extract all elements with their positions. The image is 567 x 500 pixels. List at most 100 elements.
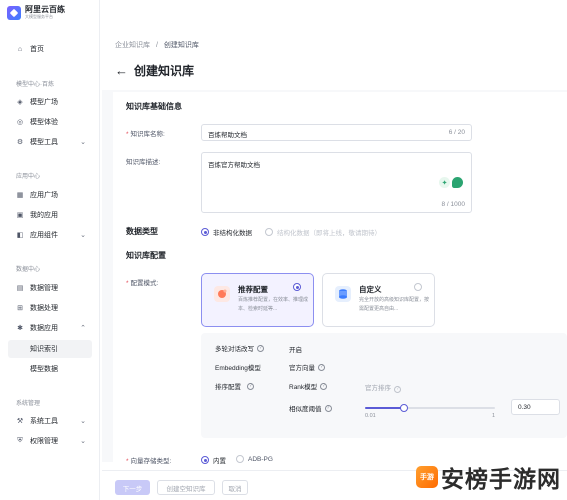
shield-icon: ⛨ xyxy=(17,437,23,444)
sidebar-item-label: 模型广场 xyxy=(30,99,58,106)
breadcrumb-separator: / xyxy=(155,42,158,49)
chevron-down-icon: ⌄ xyxy=(80,232,86,239)
threshold-slider[interactable] xyxy=(365,404,495,412)
slider-fill xyxy=(365,407,404,409)
watermark-text: 安榜手游网 xyxy=(441,467,561,493)
mode-desc: 百炼推荐配置，在效率、推理成本、检索时延等... xyxy=(238,297,308,312)
mode-card-custom[interactable]: 自定义 完全开放的高级知识库配置，按需配置更高自由... xyxy=(322,273,435,327)
sidebar-item-my-apps[interactable]: ▣ 我的应用 xyxy=(0,206,100,224)
sidebar-item-system-tools[interactable]: ⚒ 系统工具 ⌄ xyxy=(0,412,100,430)
help-icon[interactable]: ? xyxy=(394,385,401,393)
required-mark: * xyxy=(126,458,129,465)
sidebar-item-model-data[interactable]: 模型数据 xyxy=(0,360,100,378)
mode-title: 推荐配置 xyxy=(238,285,268,294)
brand-logo[interactable]: 阿里云百练 大模型服务平台 xyxy=(7,5,65,20)
sidebar-item-label: 模型体验 xyxy=(30,119,58,126)
embedding-value: 官方向量? xyxy=(289,362,325,372)
radio-adb-pg[interactable]: ADB-PG xyxy=(236,455,273,463)
toolbox-icon: ⚒ xyxy=(16,418,24,425)
radio-builtin[interactable]: 内置 xyxy=(201,455,226,465)
radio-label: 结构化数据（即将上线，敬请期待） xyxy=(277,230,381,237)
radio-dot xyxy=(236,455,244,463)
chevron-up-icon: ⌃ xyxy=(80,325,86,332)
breadcrumb-parent[interactable]: 企业知识库 xyxy=(115,42,150,49)
database-stack-icon xyxy=(335,286,351,302)
cancel-button[interactable]: 取消 xyxy=(222,480,248,495)
sidebar-item-label: 首页 xyxy=(30,46,44,53)
sidebar-item-home[interactable]: ⌂ 首页 xyxy=(0,40,100,58)
sidebar-item-permissions[interactable]: ⛨ 权限管理 ⌄ xyxy=(0,432,100,450)
sidebar-item-label: 数据应用 xyxy=(30,325,58,332)
storage-label: * 向量存储类型: xyxy=(126,458,172,465)
sidebar-group-data: 数据中心 xyxy=(16,267,41,273)
kb-desc-count: 8 / 1000 xyxy=(441,201,466,208)
help-icon[interactable]: ? xyxy=(257,344,264,352)
required-mark: * xyxy=(126,131,129,138)
sidebar-group-model: 模型中心·百炼 xyxy=(16,82,54,88)
next-button[interactable]: 下一步 xyxy=(115,480,150,495)
threshold-label: 相似度阈值? xyxy=(289,403,332,413)
database-icon: ▤ xyxy=(16,285,24,292)
threshold-input[interactable]: 0.30 xyxy=(511,399,560,415)
mode-radio xyxy=(293,283,301,291)
help-icon[interactable]: ? xyxy=(324,404,332,412)
help-icon[interactable]: ? xyxy=(320,382,328,390)
sidebar-item-model-tools[interactable]: ⚙ 模型工具 ⌄ xyxy=(0,133,100,151)
watermark: 手游 安榜手游网 xyxy=(416,460,561,494)
rank-model-value: 官方排序? xyxy=(365,382,401,393)
section-title-config: 知识库配置 xyxy=(126,251,166,260)
help-icon[interactable]: ? xyxy=(318,363,325,371)
chevron-down-icon: ⌄ xyxy=(80,139,86,146)
sidebar-item-label: 权限管理 xyxy=(30,438,58,445)
mode-desc: 完全开放的高级知识库配置，按需配置更高自由... xyxy=(359,297,429,312)
sidebar-item-label: 我的应用 xyxy=(30,212,58,219)
rank-model-label: Rank模型? xyxy=(289,381,328,391)
sidebar-item-label: 模型工具 xyxy=(30,139,58,146)
sidebar-item-knowledge-index[interactable]: 知识索引 xyxy=(8,340,92,358)
bulb-icon[interactable]: ✦ xyxy=(439,177,450,188)
kb-name-input[interactable]: 百炼帮助文档 6 / 20 xyxy=(201,124,472,141)
sidebar-item-model-square[interactable]: ◈ 模型广场 xyxy=(0,93,100,111)
required-mark: * xyxy=(126,280,129,287)
kb-name-label: * 知识库名称: xyxy=(126,131,165,138)
config-mode-label: * 配置模式: xyxy=(126,280,159,287)
mode-radio xyxy=(414,283,422,291)
sidebar-item-data-management[interactable]: ▤ 数据管理 xyxy=(0,279,100,297)
sidebar-item-label: 应用广场 xyxy=(30,192,58,199)
sidebar-item-model-experience[interactable]: ◎ 模型体验 xyxy=(0,113,100,131)
gear-icon: ✱ xyxy=(17,325,23,332)
component-icon: ◧ xyxy=(16,232,24,239)
sidebar-item-app-components[interactable]: ◧ 应用组件 ⌄ xyxy=(0,226,100,244)
radio-unstructured[interactable]: 非结构化数据 xyxy=(201,227,252,237)
sidebar-item-label: 应用组件 xyxy=(30,232,58,239)
radio-label: 非结构化数据 xyxy=(213,230,252,237)
kb-desc-textarea[interactable]: 百炼官方帮助文档 ✦ 8 / 1000 xyxy=(201,152,472,213)
chat-icon[interactable] xyxy=(452,177,463,188)
apps-icon: ▣ xyxy=(16,212,24,219)
radio-structured: 结构化数据（即将上线，敬请期待） xyxy=(265,227,381,237)
sidebar-item-label: 数据处理 xyxy=(30,305,58,312)
watermark-logo: 手游 xyxy=(416,466,438,488)
rank-config-label: 排序配置? xyxy=(215,381,254,391)
chevron-down-icon: ⌄ xyxy=(80,418,86,425)
radio-dot xyxy=(265,228,273,236)
sidebar-item-app-square[interactable]: ▦ 应用广场 xyxy=(0,186,100,204)
sparkle-icon xyxy=(214,286,230,302)
grid-icon: ▦ xyxy=(16,192,24,199)
radio-dot xyxy=(201,228,209,236)
process-icon: ⊞ xyxy=(17,305,23,312)
slider-min-label: 0.01 xyxy=(365,413,376,419)
slider-handle[interactable] xyxy=(400,404,408,412)
multi-turn-label: 多轮对话改写? xyxy=(215,343,264,353)
mode-card-recommended[interactable]: 推荐配置 百炼推荐配置，在效率、推理成本、检索时延等... xyxy=(201,273,314,327)
sidebar-item-data-apps[interactable]: ✱ 数据应用 ⌃ xyxy=(0,319,100,337)
slider-max-label: 1 xyxy=(492,413,496,419)
breadcrumb: 企业知识库 / 创建知识库 xyxy=(115,40,203,50)
help-icon[interactable]: ? xyxy=(247,382,254,390)
kb-name-value: 百炼帮助文档 xyxy=(208,132,247,139)
sidebar-item-data-processing[interactable]: ⊞ 数据处理 xyxy=(0,299,100,317)
radio-dot xyxy=(201,456,209,464)
arrow-left-icon[interactable]: ← xyxy=(115,63,128,78)
create-empty-button[interactable]: 创建空知识库 xyxy=(157,480,215,495)
tool-icon: ⚙ xyxy=(16,139,24,146)
